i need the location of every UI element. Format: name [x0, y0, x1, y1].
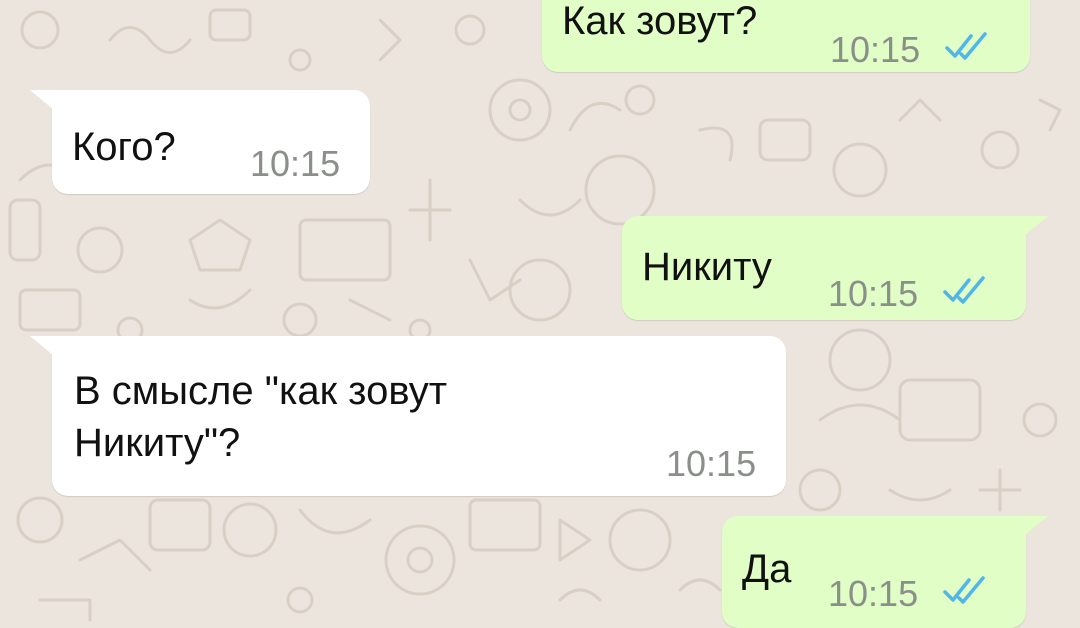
- message-text: Никиту: [642, 245, 772, 289]
- message-time: 10:15: [666, 443, 757, 484]
- bubble-tail: [30, 90, 54, 110]
- message-text: Да: [742, 547, 792, 591]
- double-check-read-icon: [945, 32, 987, 60]
- double-check-read-icon: [943, 576, 985, 604]
- bubble-tail: [30, 336, 54, 356]
- message-bubble-incoming[interactable]: В смысле "как зовут Никиту"? 10:15: [30, 336, 786, 496]
- message-time: 10:15: [830, 29, 921, 70]
- bubble-tail: [1024, 216, 1048, 236]
- message-time: 10:15: [828, 573, 919, 614]
- message-text-line-2: Никиту"?: [74, 421, 241, 465]
- message-text: Кого?: [72, 125, 176, 169]
- bubble-tail: [1024, 516, 1048, 536]
- message-text: Как зовут?: [562, 0, 758, 43]
- double-check-read-icon: [943, 276, 985, 304]
- message-bubble-outgoing[interactable]: Как зовут? 10:15: [542, 0, 1030, 72]
- message-text-line-1: В смысле "как зовут: [74, 369, 448, 413]
- message-bubble-incoming[interactable]: Кого? 10:15: [30, 90, 370, 194]
- message-time: 10:15: [250, 143, 341, 184]
- message-bubble-outgoing[interactable]: Да 10:15: [722, 516, 1048, 628]
- message-bubble-outgoing[interactable]: Никиту 10:15: [622, 216, 1048, 320]
- message-time: 10:15: [828, 273, 919, 314]
